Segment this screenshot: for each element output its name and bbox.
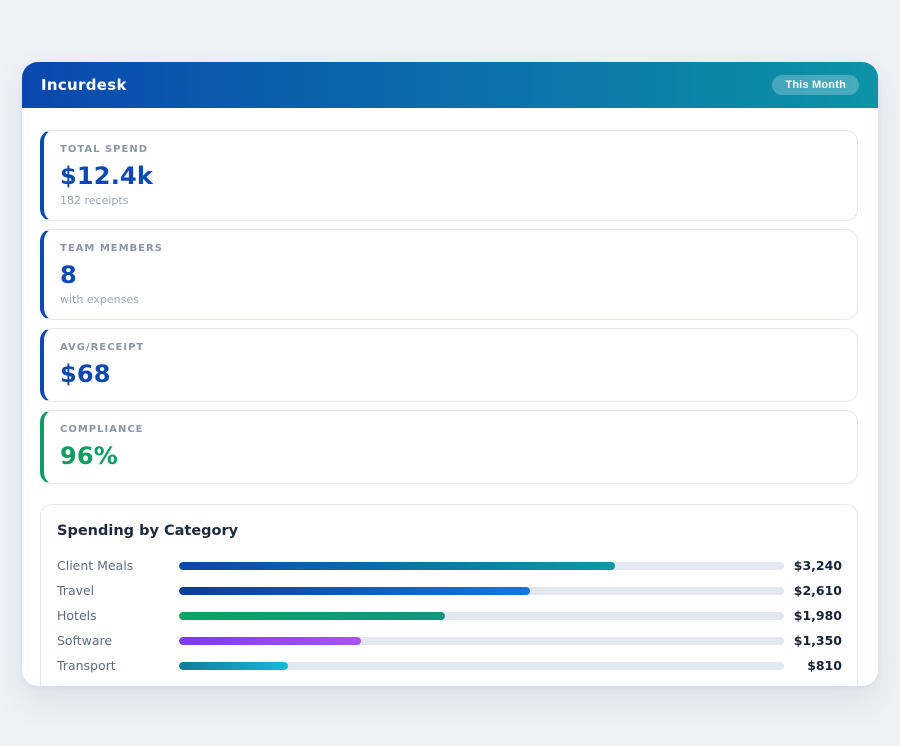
category-label: Transport — [57, 658, 116, 673]
category-bar-track — [179, 636, 784, 645]
stat-label: COMPLIANCE — [60, 424, 144, 435]
category-label: Hotels — [57, 608, 97, 623]
category-value: $3,240 — [793, 558, 842, 573]
category-row-travel: Travel $2,610 — [57, 578, 842, 603]
category-bar-track — [179, 561, 784, 570]
category-label: Client Meals — [57, 558, 134, 573]
stats-list: TOTAL SPEND $12.4k 182 receipts TEAM MEMBER… — [40, 130, 858, 484]
category-bar-fill — [179, 636, 361, 645]
app-body: TOTAL SPEND $12.4k 182 receipts TEAM MEMBER… — [22, 108, 878, 686]
stat-subtext: 182 receipts — [60, 194, 129, 207]
stat-value: 8 — [60, 261, 77, 289]
category-label: Software — [57, 633, 113, 648]
stat-card-total-spend: TOTAL SPEND $12.4k 182 receipts — [40, 130, 858, 221]
category-bar-track — [179, 611, 784, 620]
category-bar-fill — [179, 661, 288, 670]
category-value: $810 — [807, 658, 842, 673]
stat-card-team-members: TEAM MEMBERS 8 with expenses — [40, 229, 858, 320]
stat-value: $12.4k — [60, 162, 154, 190]
category-bar-track — [179, 661, 784, 670]
period-badge[interactable]: This Month — [772, 75, 859, 95]
category-bar-fill — [179, 586, 530, 595]
category-label: Travel — [57, 583, 95, 598]
category-bar-fill — [179, 561, 615, 570]
category-row-hotels: Hotels $1,980 — [57, 603, 842, 628]
category-value: $2,610 — [793, 583, 842, 598]
stat-card-compliance: COMPLIANCE 96% — [40, 410, 858, 484]
page-background: Incurdesk This Month TOTAL SPEND $12.4k 18… — [0, 0, 900, 746]
category-bar-track — [179, 586, 784, 595]
incurdesk-dashboard-card: Incurdesk This Month TOTAL SPEND $12.4k 18… — [22, 62, 878, 686]
category-rows: Client Meals $3,240 Travel $2,610 Hotels $1,9… — [57, 553, 842, 678]
stat-subtext: with expenses — [60, 293, 139, 306]
stat-label: AVG/RECEIPT — [60, 342, 145, 353]
category-row-client-meals: Client Meals $3,240 — [57, 553, 842, 578]
chart-title: Spending by Category — [57, 523, 239, 539]
category-value: $1,350 — [793, 633, 842, 648]
stat-label: TEAM MEMBERS — [60, 243, 163, 254]
spending-by-category-card: Spending by Category Client Meals $3,240 T… — [40, 504, 858, 686]
category-bar-fill — [179, 611, 446, 620]
stat-label: TOTAL SPEND — [60, 144, 148, 155]
stat-card-avg-receipt: AVG/RECEIPT $68 — [40, 328, 858, 402]
stat-value: $68 — [60, 360, 111, 388]
stat-value: 96% — [60, 442, 119, 470]
app-title: Incurdesk — [41, 76, 127, 94]
app-header: Incurdesk This Month — [22, 62, 878, 108]
category-value: $1,980 — [793, 608, 842, 623]
category-row-transport: Transport $810 — [57, 653, 842, 678]
category-row-software: Software $1,350 — [57, 628, 842, 653]
